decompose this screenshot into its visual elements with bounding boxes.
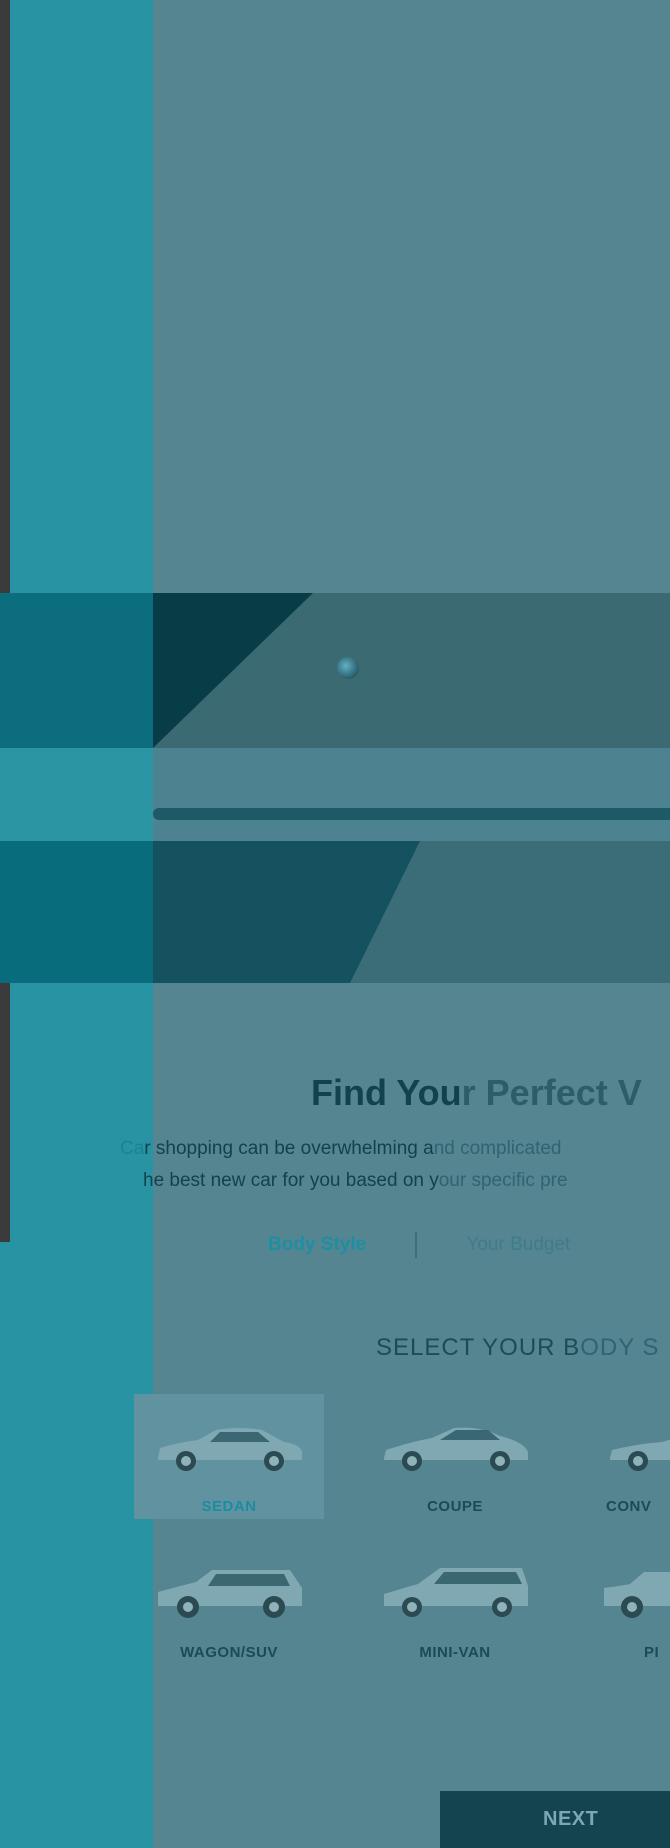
body-style-label: CONV: [606, 1498, 652, 1515]
page-title: Find Your Perfect V: [311, 1072, 642, 1113]
body-style-mini-van[interactable]: MINI-VAN: [360, 1540, 550, 1665]
suv-icon: [158, 1570, 302, 1618]
minivan-icon: [384, 1568, 528, 1617]
sedan-icon: [158, 1428, 302, 1471]
coupe-icon: [384, 1427, 528, 1471]
step-body-style[interactable]: Body Style: [268, 1234, 366, 1255]
body-style-sedan[interactable]: SEDAN: [134, 1394, 324, 1519]
body-style-convertible[interactable]: CONV: [586, 1394, 670, 1519]
convertible-icon: [610, 1439, 670, 1471]
pickup-icon: [604, 1572, 670, 1618]
body-style-label: MINI-VAN: [419, 1644, 491, 1661]
intro-description-line2: he best new car for you based on your sp…: [143, 1170, 568, 1191]
select-body-style-heading: SELECT YOUR BODY S: [376, 1334, 660, 1361]
step-navigation: Body Style Your Budget: [268, 1232, 570, 1258]
left-edge-lower: [0, 1242, 10, 1848]
step-your-budget[interactable]: Your Budget: [466, 1234, 570, 1255]
body-style-label: SEDAN: [201, 1498, 257, 1515]
step-divider: [415, 1232, 418, 1258]
hero-car-image: [0, 593, 670, 983]
body-style-label: COUPE: [427, 1498, 483, 1515]
next-button[interactable]: NEXT: [440, 1791, 670, 1848]
body-style-label: WAGON/SUV: [180, 1644, 278, 1661]
body-style-wagon-suv[interactable]: WAGON/SUV: [134, 1540, 324, 1665]
car-detail-dot: [337, 657, 359, 679]
roof-rail: [153, 808, 670, 820]
body-style-pickup[interactable]: PI: [586, 1540, 670, 1665]
body-style-coupe[interactable]: COUPE: [360, 1394, 550, 1519]
body-style-label: PI: [644, 1644, 660, 1661]
intro-description-line1: Car shopping can be overwhelming and com…: [120, 1138, 562, 1159]
